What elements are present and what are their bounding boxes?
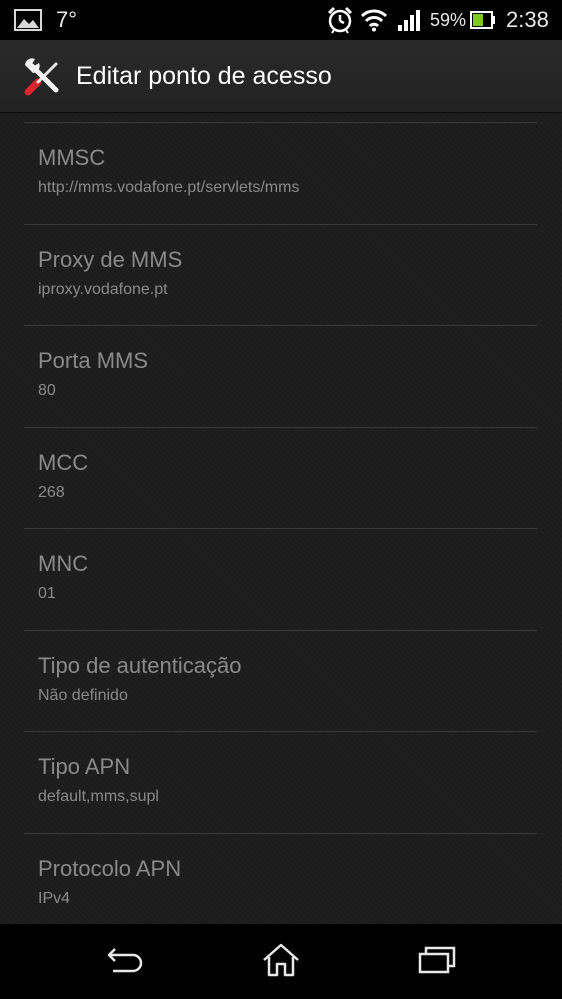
screen: 7° 59% 2:38 Editar ponto de acesso MMSC …	[0, 0, 562, 999]
home-button[interactable]	[236, 936, 326, 988]
action-bar: Editar ponto de acesso	[0, 40, 562, 113]
pref-summary: 80	[38, 382, 56, 399]
pref-item-mmsc[interactable]: MMSC http://mms.vodafone.pt/servlets/mms	[0, 123, 562, 224]
signal-icon	[397, 0, 423, 40]
preference-list[interactable]: MMSC http://mms.vodafone.pt/servlets/mms…	[0, 113, 562, 924]
pref-title: MCC	[38, 450, 89, 475]
home-icon	[261, 942, 301, 983]
pref-title: Proxy de MMS	[38, 247, 183, 272]
battery-icon	[470, 0, 496, 40]
pref-title: MMSC	[38, 145, 106, 170]
navigation-bar	[0, 924, 562, 999]
pref-title: Protocolo APN	[38, 856, 182, 881]
clock-text: 2:38	[506, 7, 549, 32]
pref-item-auth-type[interactable]: Tipo de autenticação Não definido	[0, 631, 562, 732]
status-bar: 7° 59% 2:38	[0, 0, 562, 40]
pref-title: Tipo APN	[38, 754, 131, 779]
battery-percent-text: 59%	[430, 9, 467, 30]
pref-summary: IPv4	[38, 890, 71, 907]
pref-item-apn-type[interactable]: Tipo APN default,mms,supl	[0, 732, 562, 833]
recent-apps-button[interactable]	[392, 936, 482, 988]
pref-summary: 268	[38, 484, 65, 501]
temperature-text: 7°	[56, 7, 78, 32]
back-icon	[105, 945, 145, 980]
pref-summary: iproxy.vodafone.pt	[38, 281, 168, 298]
tools-icon	[22, 56, 64, 98]
pref-item-mnc[interactable]: MNC 01	[0, 529, 562, 630]
pref-title: MNC	[38, 551, 89, 576]
image-notification-icon	[14, 0, 42, 40]
wifi-icon	[361, 0, 387, 40]
alarm-icon	[326, 0, 354, 40]
pref-summary: http://mms.vodafone.pt/servlets/mms	[38, 179, 300, 196]
pref-summary: Não definido	[38, 687, 128, 704]
pref-summary: default,mms,supl	[38, 788, 159, 805]
page-title: Editar ponto de acesso	[76, 62, 332, 90]
recent-apps-icon	[417, 945, 457, 980]
pref-item-mms-port[interactable]: Porta MMS 80	[0, 326, 562, 427]
pref-item-mcc[interactable]: MCC 268	[0, 428, 562, 529]
back-button[interactable]	[80, 936, 170, 988]
pref-item-mms-proxy[interactable]: Proxy de MMS iproxy.vodafone.pt	[0, 225, 562, 326]
pref-title: Porta MMS	[38, 348, 149, 373]
pref-item-apn-protocol[interactable]: Protocolo APN IPv4	[0, 834, 562, 924]
pref-summary: 01	[38, 585, 56, 602]
pref-title: Tipo de autenticação	[38, 653, 242, 678]
